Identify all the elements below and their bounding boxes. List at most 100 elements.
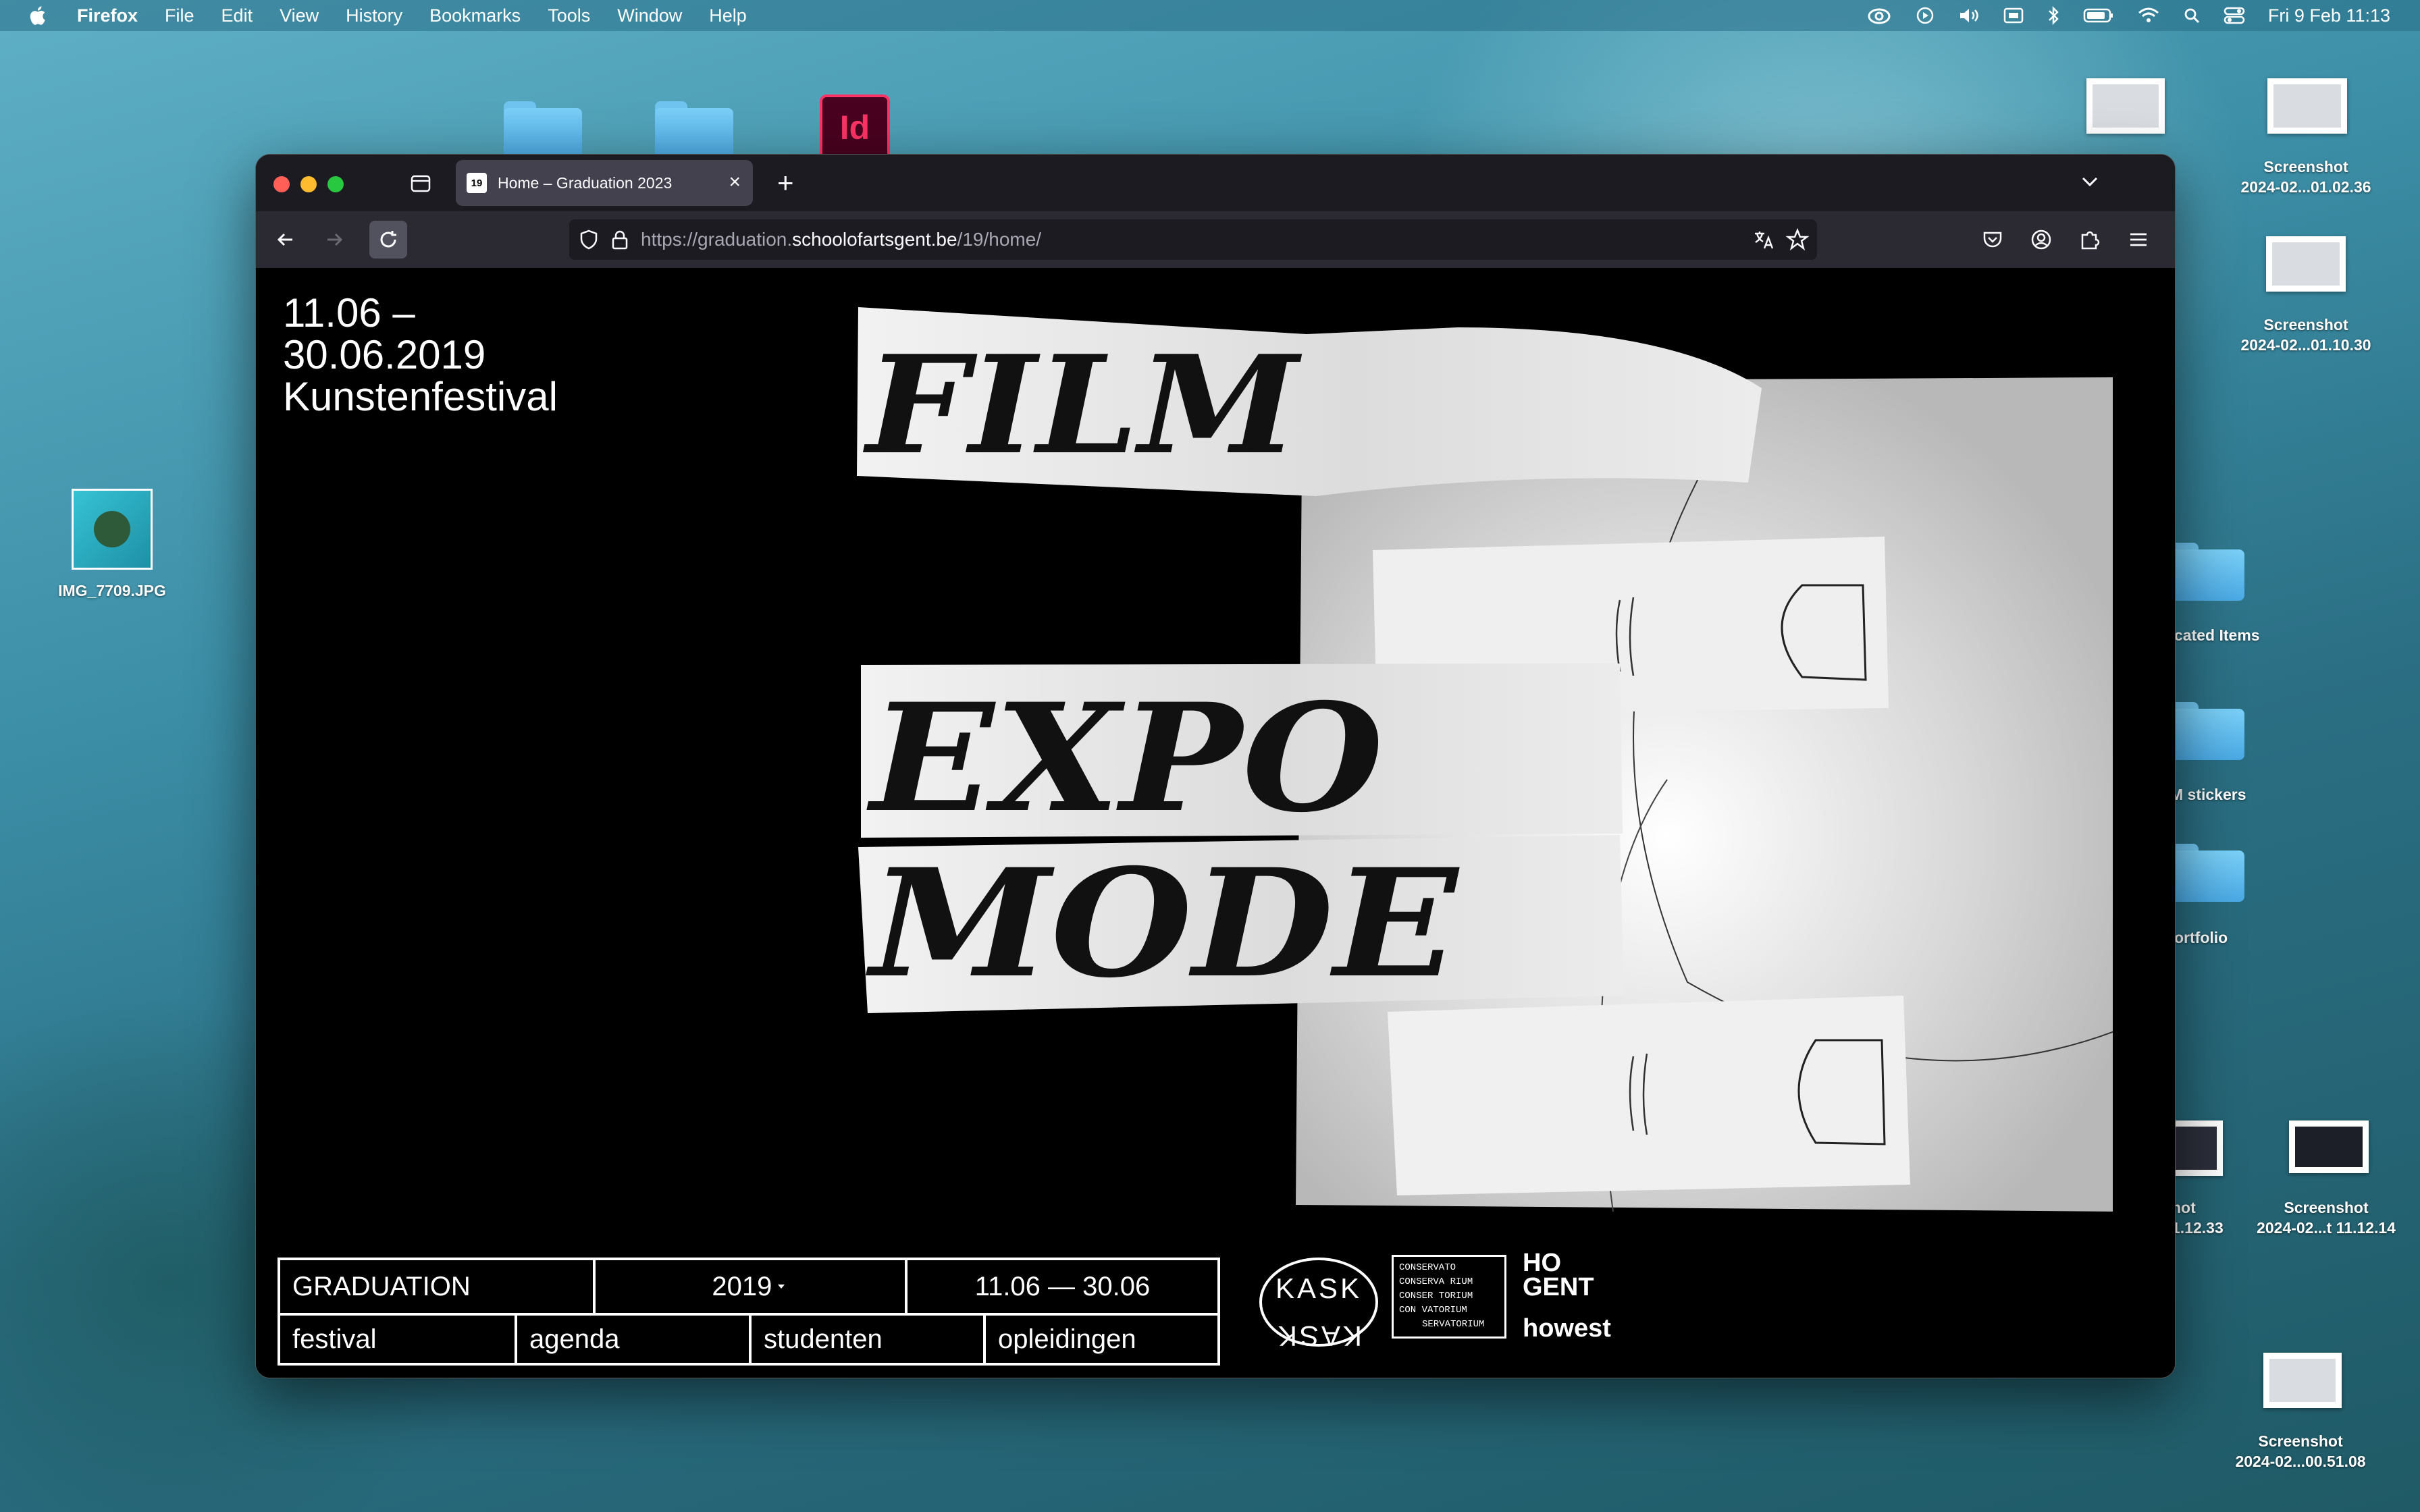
festival-dates: 11.06 – 30.06.2019 Kunstenfestival <box>283 292 558 418</box>
dates-end: 30.06.2019 <box>283 332 486 377</box>
conservatorium-line: CONSER TORIUM <box>1399 1291 1473 1301</box>
extensions-button[interactable] <box>2076 226 2103 253</box>
url-path: /19/home/ <box>957 229 1042 250</box>
menu-edit[interactable]: Edit <box>221 5 253 26</box>
menu-tools[interactable]: Tools <box>548 5 590 26</box>
desktop-folder-icon[interactable] <box>2166 844 2244 902</box>
festival-name: Kunstenfestival <box>283 374 558 419</box>
navigation-toolbar: https://graduation. schoolofartsgent.be/1… <box>256 211 2175 268</box>
desktop-file-label: IMG_7709.JPG <box>58 582 166 599</box>
tab-bar: 19 Home – Graduation 2023 × + <box>256 155 2175 211</box>
poster-word-mode: MODE <box>865 836 1460 1010</box>
desktop-folder-icon[interactable] <box>504 101 582 159</box>
menu-bookmarks[interactable]: Bookmarks <box>429 5 521 26</box>
menu-help[interactable]: Help <box>709 5 747 26</box>
pocket-icon <box>1983 232 2002 248</box>
menu-file[interactable]: File <box>165 5 194 26</box>
battery-icon[interactable] <box>2083 7 2114 24</box>
desktop-folder-label: M stickers <box>2170 786 2246 803</box>
screenshot-thumbnail[interactable] <box>2289 1120 2369 1173</box>
back-arrow-icon <box>277 233 292 246</box>
desktop-image-file[interactable] <box>72 489 153 570</box>
kask-logo[interactable]: KASK KASK <box>1258 1255 1379 1349</box>
spotlight-search-icon[interactable] <box>2183 7 2201 24</box>
screenshot-thumbnail[interactable] <box>2267 78 2347 134</box>
pocket-button[interactable] <box>1979 226 2006 253</box>
list-all-tabs-chevron-icon[interactable] <box>2080 175 2099 188</box>
year-value: 2019 <box>712 1271 772 1301</box>
menu-history[interactable]: History <box>346 5 402 26</box>
nav-link-opleidingen[interactable]: opleidingen <box>983 1313 1217 1366</box>
file-label-line1: Screenshot <box>2263 316 2348 333</box>
new-tab-icon[interactable]: + <box>777 169 794 197</box>
file-label-line2: 2024-02...00.51.08 <box>2235 1453 2366 1470</box>
screenshot-thumbnail[interactable] <box>2266 236 2346 292</box>
poster-word-expo: EXPO <box>866 670 1384 845</box>
menu-view[interactable]: View <box>280 5 319 26</box>
file-label-line2: 2024-02...t 11.12.14 <box>2257 1219 2396 1237</box>
file-label-line2: 2024-02...01.10.30 <box>2240 336 2371 354</box>
menubar-clock[interactable]: Fri 9 Feb 11:13 <box>2268 5 2390 26</box>
tab-title: Home – Graduation 2023 <box>498 173 673 192</box>
screenshot-thumbnail[interactable] <box>2086 78 2165 134</box>
conservatorium-line: CONSERVA RIUM <box>1399 1276 1473 1287</box>
url-host: schoolofartsgent.be <box>792 229 957 250</box>
year-selector[interactable]: 2019 <box>592 1260 905 1313</box>
macos-menubar: Firefox File Edit View History Bookmarks… <box>0 0 2420 31</box>
window-close-button[interactable] <box>273 176 290 192</box>
desktop-folder-icon[interactable] <box>655 101 733 159</box>
firefox-view-icon[interactable] <box>410 173 431 194</box>
menu-app-firefox[interactable]: Firefox <box>77 5 138 26</box>
lock-icon[interactable] <box>611 230 629 250</box>
file-label-line1: Screenshot <box>2263 158 2348 176</box>
hogent-logo[interactable]: HO GENT <box>1523 1249 1594 1301</box>
nav-link-studenten[interactable]: studenten <box>749 1313 983 1366</box>
conservatorium-logo[interactable]: CONSERVATO CONSERVA RIUM CONSER TORIUM C… <box>1392 1255 1506 1339</box>
kask-logo-top-text: KASK <box>1275 1272 1362 1304</box>
back-button[interactable] <box>271 225 300 254</box>
nav-link-agenda[interactable]: agenda <box>515 1313 749 1366</box>
wifi-icon[interactable] <box>2137 7 2160 24</box>
window-minimize-button[interactable] <box>300 176 317 192</box>
apple-icon[interactable] <box>27 4 50 27</box>
desktop-folder-icon[interactable] <box>2166 702 2244 760</box>
translate-icon[interactable] <box>1752 228 1775 251</box>
conservatorium-line: SERVATORIUM <box>1422 1319 1485 1330</box>
creative-cloud-icon[interactable] <box>1866 6 1893 25</box>
desktop-folder-label: ortfolio <box>2174 929 2228 946</box>
nav-grid-header-row: GRADUATION 2019 11.06 — 30.06 <box>280 1260 1217 1316</box>
control-center-icon[interactable] <box>2224 7 2245 24</box>
web-page: 11.06 – 30.06.2019 Kunstenfestival FILM … <box>256 268 2175 1378</box>
forward-button[interactable] <box>319 225 349 254</box>
window-zoom-button[interactable] <box>327 176 344 192</box>
display-icon[interactable] <box>2003 7 2024 24</box>
hogent-line2: GENT <box>1523 1273 1594 1301</box>
menu-window[interactable]: Window <box>617 5 682 26</box>
graduation-title[interactable]: GRADUATION <box>280 1260 593 1313</box>
screenshot-thumbnail[interactable] <box>2263 1353 2342 1408</box>
firefox-window: 19 Home – Graduation 2023 × + https://gr… <box>255 154 2176 1378</box>
file-label-line1: Screenshot <box>2284 1199 2369 1216</box>
file-label-line1: Screenshot <box>2258 1432 2343 1450</box>
conservatorium-line: CONSERVATO <box>1399 1262 1456 1273</box>
bookmark-star-icon[interactable] <box>1786 228 1809 251</box>
howest-logo[interactable]: howest <box>1523 1314 1611 1343</box>
nav-link-festival[interactable]: festival <box>280 1313 515 1366</box>
account-button[interactable] <box>2028 226 2055 253</box>
desktop-folder-icon[interactable] <box>2166 543 2244 601</box>
app-menu-button[interactable] <box>2125 226 2152 253</box>
desktop-file-label: Screenshot 2024-02...01.10.30 <box>2215 315 2397 355</box>
graduation-nav-grid: GRADUATION 2019 11.06 — 30.06 festival a… <box>278 1258 1220 1366</box>
bluetooth-icon[interactable] <box>2047 5 2060 26</box>
reload-button[interactable] <box>369 221 407 259</box>
indesign-file-icon[interactable]: Id <box>820 94 890 161</box>
file-label-line2: 2024-02...01.02.36 <box>2240 178 2371 196</box>
paper-finger-strip <box>1388 996 1910 1195</box>
tab-home[interactable]: 19 Home – Graduation 2023 × <box>456 160 753 206</box>
play-icon[interactable] <box>1916 6 1935 25</box>
close-tab-icon[interactable]: × <box>729 172 741 192</box>
hogent-line1: HO <box>1523 1249 1561 1277</box>
tracking-protection-shield-icon[interactable] <box>577 228 600 251</box>
volume-icon[interactable] <box>1957 6 1980 25</box>
url-bar[interactable]: https://graduation. schoolofartsgent.be/1… <box>569 219 1817 260</box>
